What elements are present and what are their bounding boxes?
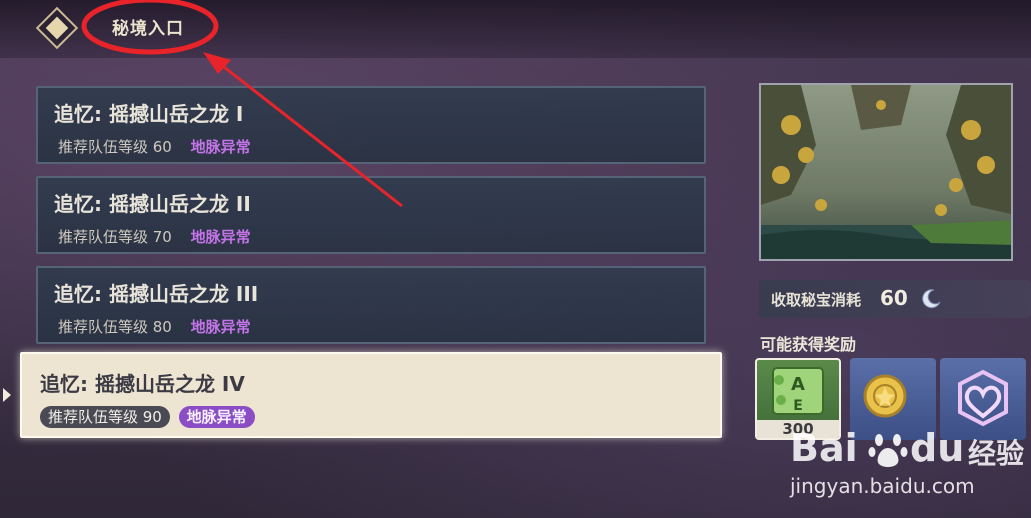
paw-icon [868, 434, 908, 467]
watermark-brand: Bai [790, 426, 858, 470]
svg-text:E: E [793, 398, 803, 414]
selection-arrow-icon [3, 388, 11, 402]
domain-name: 追忆: 摇撼山岳之龙 I [54, 102, 244, 126]
rewards-title: 可能获得奖励 [760, 335, 857, 354]
domain-name: 追忆: 摇撼山岳之龙 IV [40, 372, 245, 396]
recommended-level: 推荐队伍等级 70 [58, 228, 172, 246]
leyline-tag: 地脉异常 [190, 318, 251, 336]
domain-card-2[interactable]: 追忆: 摇撼山岳之龙 II 推荐队伍等级 70 地脉异常 [36, 176, 706, 254]
page-title: 秘境入口 [112, 19, 184, 39]
resin-cost-bar: 收取秘宝消耗 60 [759, 280, 1031, 318]
top-bar: 秘境入口 [0, 0, 1031, 58]
recommended-level: 推荐队伍等级 90 [40, 406, 170, 428]
diamond-icon [35, 6, 79, 50]
adventure-exp-icon: A E [772, 367, 824, 415]
domain-name: 追忆: 摇撼山岳之龙 II [54, 192, 251, 216]
svg-text:A: A [791, 374, 805, 395]
domain-card-4-selected[interactable]: 追忆: 摇撼山岳之龙 IV 推荐队伍等级 90 地脉异常 [20, 352, 722, 438]
domain-card-1[interactable]: 追忆: 摇撼山岳之龙 I 推荐队伍等级 60 地脉异常 [36, 86, 706, 164]
recommended-level: 推荐队伍等级 80 [58, 318, 172, 336]
leyline-tag: 地脉异常 [190, 138, 251, 156]
watermark-brand-suffix: du [910, 426, 965, 470]
cost-value: 60 [880, 286, 908, 310]
recommended-level: 推荐队伍等级 60 [58, 138, 172, 156]
domain-card-3[interactable]: 追忆: 摇撼山岳之龙 III 推荐队伍等级 80 地脉异常 [36, 266, 706, 344]
watermark-url: jingyan.baidu.com [790, 474, 975, 498]
leyline-tag: 地脉异常 [190, 228, 251, 246]
baidu-watermark: Bai du 经验 jingyan.baidu.com [790, 426, 1030, 518]
leyline-tag: 地脉异常 [178, 406, 255, 428]
original-resin-moon-icon [922, 289, 941, 309]
watermark-cn: 经验 [968, 437, 1025, 470]
domain-name: 追忆: 摇撼山岳之龙 III [54, 282, 259, 306]
domain-preview-image [759, 83, 1013, 261]
cost-label: 收取秘宝消耗 [771, 291, 862, 309]
